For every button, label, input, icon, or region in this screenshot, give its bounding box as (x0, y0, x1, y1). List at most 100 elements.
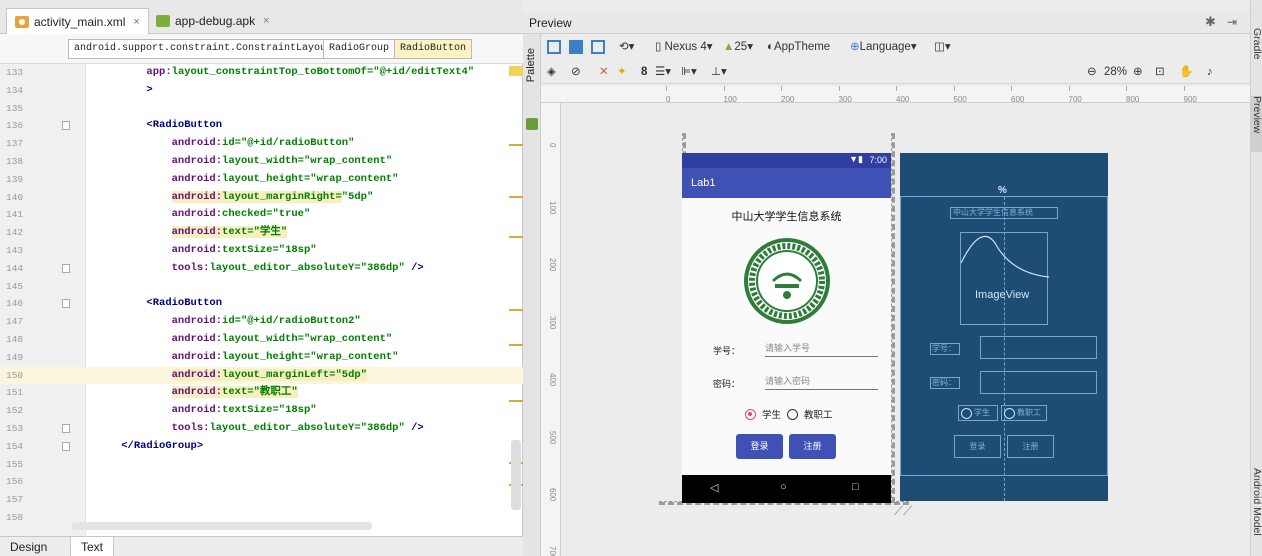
code-line[interactable]: 137 android:id="@+id/radioButton" (0, 135, 523, 153)
code-line[interactable]: 146 <RadioButton (0, 295, 523, 313)
bp-imageview[interactable]: ImageView (960, 232, 1050, 325)
code-line[interactable]: 152 android:textSize="18sp" (0, 402, 523, 420)
back-icon[interactable]: ◁ (710, 481, 718, 494)
tab-preview[interactable]: Preview (1251, 96, 1262, 152)
register-button[interactable]: 注册 (789, 434, 836, 459)
device-selector[interactable]: ▯ Nexus 4▾ (655, 38, 713, 56)
code-line[interactable]: 157 (0, 491, 523, 509)
code-token: android: (171, 172, 223, 185)
code-line[interactable]: 148 android:layout_width="wrap_content" (0, 331, 523, 349)
theme-selector[interactable]: ◐AppTheme (767, 38, 830, 56)
bp-login-button[interactable]: 登录 (954, 435, 1001, 458)
breadcrumb-radiogroup[interactable]: RadioGroup (323, 39, 396, 59)
fold-marker-icon[interactable] (62, 121, 70, 131)
gear-icon[interactable]: ✱ (1205, 14, 1216, 30)
code-line[interactable]: 140 android:layout_marginRight="5dp" (0, 189, 523, 207)
radio-student-label[interactable]: 学生 (762, 407, 781, 421)
password-input[interactable]: 请输入密码 (765, 374, 878, 390)
login-button[interactable]: 登录 (736, 434, 783, 459)
student-id-input[interactable]: 请输入学号 (765, 341, 878, 357)
code-line[interactable]: 147 android:id="@+id/radioButton2" (0, 313, 523, 331)
bp-id-input[interactable] (980, 336, 1097, 359)
radio-staff[interactable] (787, 408, 799, 420)
recent-apps-icon[interactable]: □ (852, 481, 859, 493)
code-line[interactable]: 142 android:text="学生" (0, 224, 523, 242)
palette-tab[interactable]: Palette (525, 48, 537, 82)
both-surfaces-icon[interactable] (591, 38, 605, 56)
code-line[interactable]: 138 android:layout_width="wrap_content" (0, 153, 523, 171)
zoom-to-fit-icon[interactable]: ⊡ (1155, 63, 1165, 81)
radio-student[interactable] (745, 408, 756, 420)
bp-radio1[interactable]: 学生 (958, 405, 998, 421)
tab-activity-main-xml[interactable]: activity_main.xml × (6, 8, 149, 34)
clear-constraints-icon[interactable]: ✕ (599, 63, 609, 81)
blueprint-icon[interactable] (569, 38, 583, 56)
zoom-in-icon[interactable]: ⊕ (1133, 63, 1143, 81)
align-icon[interactable]: ⊫▾ (681, 63, 697, 81)
tab-app-debug-apk[interactable]: app-debug.apk × (148, 8, 278, 34)
university-logo[interactable] (743, 237, 831, 325)
blueprint-view[interactable]: % 中山大学学生信息系统 ImageView 学号： 密码： 学生 教职工 登录… (900, 153, 1108, 501)
design-canvas[interactable]: ▼▮ 7:00 Lab1 中山大学学生信息系统 学号： 请输入学号 密码： 请输… (561, 103, 1250, 556)
breadcrumb-constraintlayout[interactable]: android.support.constraint.ConstraintLay… (68, 39, 339, 59)
code-line[interactable]: 151 android:text="教职工" (0, 384, 523, 402)
tab-android-model[interactable]: Android Model (1251, 468, 1262, 536)
code-line[interactable]: 156 (0, 473, 523, 491)
close-tab-icon[interactable]: × (263, 15, 269, 27)
component-tree-icon[interactable] (526, 118, 538, 130)
bp-pwd-input[interactable] (980, 371, 1097, 394)
close-tab-icon[interactable]: × (133, 16, 139, 28)
breadcrumb-radiobutton[interactable]: RadioButton (394, 39, 473, 59)
code-line[interactable]: 135 (0, 100, 523, 118)
pack-icon[interactable]: ☰▾ (655, 63, 671, 81)
code-line[interactable]: 149 android:layout_height="wrap_content" (0, 349, 523, 367)
guidelines-icon[interactable]: ⊥▾ (711, 63, 727, 81)
default-margin-value[interactable]: 8 (641, 63, 647, 81)
code-area[interactable]: 133 app:layout_constraintTop_toBottomOf=… (0, 64, 523, 536)
fold-marker-icon[interactable] (62, 441, 70, 451)
warnings-icon[interactable]: ♪ (1207, 63, 1213, 81)
bp-pwd-label[interactable]: 密码： (930, 377, 960, 389)
infer-constraints-icon[interactable]: ✦ (617, 63, 627, 81)
design-surface-icon[interactable] (547, 38, 561, 56)
tab-text[interactable]: Text (70, 537, 115, 556)
bp-radio2[interactable]: 教职工 (1001, 405, 1047, 421)
fold-marker-icon[interactable] (62, 299, 70, 309)
code-token: android: (171, 137, 223, 150)
code-line[interactable]: 134 > (0, 82, 523, 100)
code-line[interactable]: 141 android:checked="true" (0, 206, 523, 224)
show-constraints-icon[interactable]: ◈ (547, 63, 556, 81)
code-line[interactable]: 145 (0, 278, 523, 296)
code-line[interactable]: 153 tools:layout_editor_absoluteY="386dp… (0, 420, 523, 438)
bp-radio2-label: 教职工 (1017, 408, 1041, 417)
tab-design[interactable]: Design (0, 537, 57, 556)
api-selector[interactable]: ▲25▾ (723, 38, 753, 56)
orientation-icon[interactable]: ⟲▾ (619, 38, 634, 56)
code-line[interactable]: 150 android:layout_marginLeft="5dp" (0, 366, 523, 385)
bp-register-button[interactable]: 注册 (1007, 435, 1054, 458)
code-line[interactable]: 139 android:layout_height="wrap_content" (0, 171, 523, 189)
code-line[interactable]: 144 tools:layout_editor_absoluteY="386dp… (0, 260, 523, 278)
autoconnect-icon[interactable]: ⊘ (571, 63, 581, 81)
tab-gradle[interactable]: Gradle (1251, 28, 1262, 60)
code-line[interactable]: 143 android:textSize="18sp" (0, 242, 523, 260)
home-icon[interactable]: ○ (780, 481, 787, 493)
bp-title-text[interactable]: 中山大学学生信息系统 (950, 207, 1058, 219)
resize-handle-icon[interactable]: ⟋⟋ (894, 503, 912, 519)
code-line[interactable]: 155 (0, 456, 523, 474)
fold-marker-icon[interactable] (62, 263, 70, 273)
radio-staff-label[interactable]: 教职工 (804, 407, 833, 421)
pan-icon[interactable]: ✋ (1179, 63, 1193, 81)
code-line[interactable]: 133 app:layout_constraintTop_toBottomOf=… (0, 64, 523, 82)
code-line[interactable]: 136 <RadioButton (0, 117, 523, 135)
language-selector[interactable]: ⊕Language▾ (850, 38, 917, 56)
layout-variants-icon[interactable]: ◫▾ (934, 38, 951, 56)
device-design-view[interactable]: ▼▮ 7:00 Lab1 中山大学学生信息系统 学号： 请输入学号 密码： 请输… (682, 153, 891, 503)
hide-panel-icon[interactable]: ⇥ (1227, 15, 1237, 29)
code-line[interactable]: 154 </RadioGroup> (0, 438, 523, 456)
bp-id-label[interactable]: 学号： (930, 343, 960, 355)
zoom-out-icon[interactable]: ⊖ (1087, 63, 1097, 81)
code-line[interactable]: 158 (0, 509, 523, 527)
fold-marker-icon[interactable] (62, 424, 70, 433)
page-title[interactable]: 中山大学学生信息系统 (682, 208, 891, 224)
